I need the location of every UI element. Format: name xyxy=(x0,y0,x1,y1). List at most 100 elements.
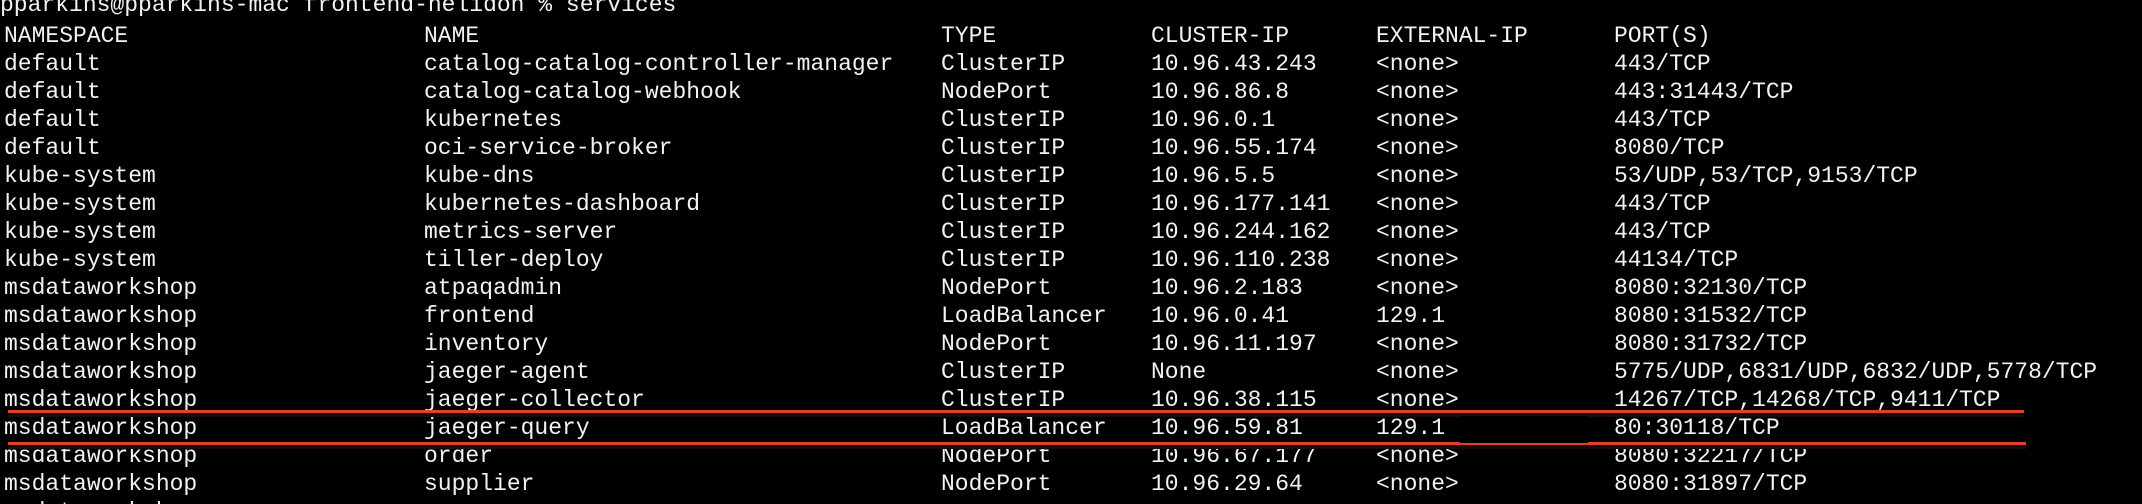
terminal-window[interactable]: pparkins@pparkins-mac frontend-helidon %… xyxy=(0,0,2142,504)
cell-ports: 443/TCP xyxy=(1614,51,1711,77)
cell-external-ip: <none> xyxy=(1376,79,1459,105)
cell-cluster-ip: 10.96.86.8 xyxy=(1151,79,1290,105)
cell-external-ip: 129.1 xyxy=(1376,303,1446,329)
cell-namespace: msdataworkshop xyxy=(4,303,198,329)
cell-external-ip: <none> xyxy=(1376,331,1459,357)
cell-name: kubernetes xyxy=(424,107,563,133)
cell-ports: 443/TCP xyxy=(1614,107,1711,133)
cell-namespace: default xyxy=(4,107,101,133)
cell-cluster-ip: 10.96.5.5 xyxy=(1151,163,1276,189)
cell-cluster-ip: 10.96.244.162 xyxy=(1151,219,1331,245)
header-ports: PORT(S) xyxy=(1614,23,1711,49)
cell-ports: 44134/TCP xyxy=(1614,247,1739,273)
cell-type: ClusterIP xyxy=(941,191,1066,217)
cell-ports: 8080:31732/TCP xyxy=(1614,331,1808,357)
cell-type: NodePort xyxy=(941,331,1052,357)
cell-cluster-ip: 10.96.2.183 xyxy=(1151,275,1303,301)
cell-namespace: kube-system xyxy=(4,163,156,189)
cell-type: ClusterIP xyxy=(941,107,1066,133)
cell-name: oci-service-broker xyxy=(424,135,673,161)
cell-namespace: default xyxy=(4,79,101,105)
cell-cluster-ip: 10.96.55.174 xyxy=(1151,135,1317,161)
cell-type: ClusterIP xyxy=(941,135,1066,161)
cell-name: jaeger-agent xyxy=(424,359,590,385)
cell-name: kube-dns xyxy=(424,163,535,189)
cell-namespace: msdataworkshop xyxy=(4,359,198,385)
prompt-line: pparkins@pparkins-mac frontend-helidon %… xyxy=(0,0,676,19)
cell-cluster-ip: 10.96.59.81 xyxy=(1151,415,1303,441)
cell-type: ClusterIP xyxy=(941,359,1066,385)
header-cluster-ip: CLUSTER-IP xyxy=(1151,23,1290,49)
cell-cluster-ip: 10.96.177.141 xyxy=(1151,191,1331,217)
cell-namespace: msdataworkshop xyxy=(4,275,198,301)
cell-type: LoadBalancer xyxy=(941,415,1107,441)
cell-name: supplier xyxy=(424,471,535,497)
cell-ports: 8080:31532/TCP xyxy=(1614,303,1808,329)
redaction-box-jaeger-query-ip xyxy=(1460,416,1588,443)
cell-type: NodePort xyxy=(941,471,1052,497)
cell-type: NodePort xyxy=(941,79,1052,105)
cell-external-ip: <none> xyxy=(1376,163,1459,189)
cell-namespace: kube-system xyxy=(4,247,156,273)
cell-namespace: msdataworkshop xyxy=(4,471,198,497)
cell-name: kubernetes-dashboard xyxy=(424,191,701,217)
cell-cluster-ip: 10.96.43.243 xyxy=(1151,51,1317,77)
cell-cluster-ip: 10.96.29.64 xyxy=(1151,471,1303,497)
cell-ports: 8080:32130/TCP xyxy=(1614,275,1808,301)
cell-external-ip: <none> xyxy=(1376,275,1459,301)
cell-namespace: kube-system xyxy=(4,191,156,217)
cell-name: metrics-server xyxy=(424,219,618,245)
cell-ports: 8080:31897/TCP xyxy=(1614,471,1808,497)
cell-external-ip: <none> xyxy=(1376,51,1459,77)
cell-external-ip: 129.1 xyxy=(1376,415,1446,441)
header-row: NAMESPACE NAME TYPE CLUSTER-IP EXTERNAL-… xyxy=(0,22,1711,50)
cell-type: NodePort xyxy=(941,275,1052,301)
header-type: TYPE xyxy=(941,23,997,49)
partial-row-text: msdataworkshop xyxy=(4,498,197,504)
cell-external-ip: <none> xyxy=(1376,191,1459,217)
highlight-top-shadow xyxy=(8,413,2024,417)
highlight-bottom-shadow xyxy=(8,445,2026,449)
cell-external-ip: <none> xyxy=(1376,135,1459,161)
cell-name: tiller-deploy xyxy=(424,247,604,273)
cell-ports: 8080/TCP xyxy=(1614,135,1725,161)
header-external-ip: EXTERNAL-IP xyxy=(1376,23,1528,49)
cell-name: frontend xyxy=(424,303,535,329)
cell-ports: 443:31443/TCP xyxy=(1614,79,1794,105)
header-name: NAME xyxy=(424,23,480,49)
cell-namespace: msdataworkshop xyxy=(4,415,198,441)
redaction-box-frontend-ip xyxy=(1460,295,1588,332)
cell-ports: 80:30118/TCP xyxy=(1614,415,1780,441)
cell-external-ip: <none> xyxy=(1376,219,1459,245)
cell-name: atpaqadmin xyxy=(424,275,563,301)
cell-type: ClusterIP xyxy=(941,163,1066,189)
partial-row: msdataworkshop xyxy=(0,498,197,504)
cell-external-ip: <none> xyxy=(1376,359,1459,385)
cell-namespace: default xyxy=(4,51,101,77)
cell-name: catalog-catalog-controller-manager xyxy=(424,51,894,77)
cell-namespace: msdataworkshop xyxy=(4,331,198,357)
cell-cluster-ip: 10.96.0.41 xyxy=(1151,303,1290,329)
cell-ports: 443/TCP xyxy=(1614,191,1711,217)
cell-cluster-ip: None xyxy=(1151,359,1207,385)
cell-type: ClusterIP xyxy=(941,51,1066,77)
cell-name: jaeger-query xyxy=(424,415,590,441)
cell-type: ClusterIP xyxy=(941,247,1066,273)
cell-type: ClusterIP xyxy=(941,219,1066,245)
cell-name: inventory xyxy=(424,331,549,357)
cell-type: LoadBalancer xyxy=(941,303,1107,329)
cell-cluster-ip: 10.96.0.1 xyxy=(1151,107,1276,133)
cell-ports: 5775/UDP,6831/UDP,6832/UDP,5778/TCP xyxy=(1614,359,2098,385)
cell-name: catalog-catalog-webhook xyxy=(424,79,742,105)
cell-ports: 443/TCP xyxy=(1614,219,1711,245)
command-prompt: pparkins@pparkins-mac frontend-helidon %… xyxy=(0,0,677,18)
cell-namespace: kube-system xyxy=(4,219,156,245)
cell-external-ip: <none> xyxy=(1376,107,1459,133)
header-namespace: NAMESPACE xyxy=(4,23,129,49)
cell-namespace: default xyxy=(4,135,101,161)
cell-cluster-ip: 10.96.110.238 xyxy=(1151,247,1331,273)
cell-external-ip: <none> xyxy=(1376,247,1459,273)
cell-ports: 53/UDP,53/TCP,9153/TCP xyxy=(1614,163,1918,189)
cell-cluster-ip: 10.96.11.197 xyxy=(1151,331,1317,357)
cell-external-ip: <none> xyxy=(1376,471,1459,497)
